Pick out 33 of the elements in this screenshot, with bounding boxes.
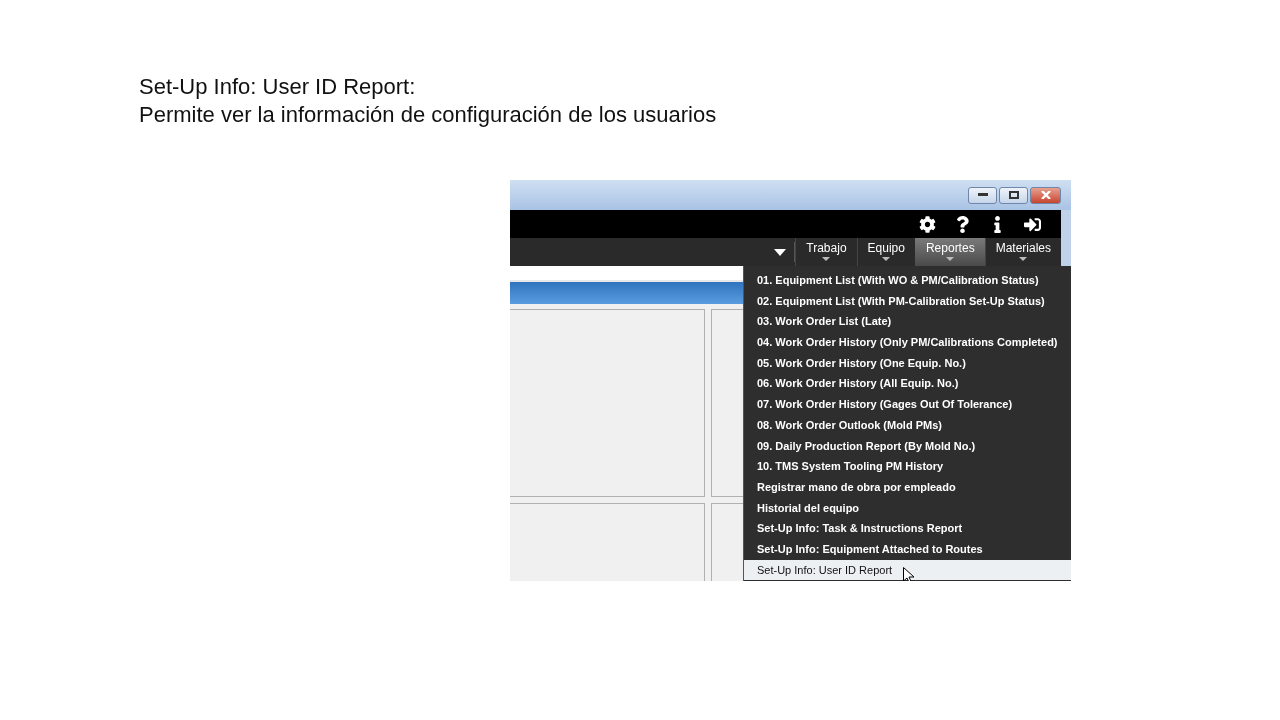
menu-item[interactable]: 01. Equipment List (With WO & PM/Calibration Status): [744, 270, 1071, 291]
menu-item[interactable]: Set-Up Info: User ID Report: [744, 559, 1071, 581]
nav-tab[interactable]: Reportes: [914, 238, 985, 266]
caret-icon: [774, 248, 787, 256]
menu-item[interactable]: Historial del equipo: [744, 497, 1071, 519]
caret-icon: [822, 257, 831, 261]
caret-icon: [946, 257, 955, 261]
caret-icon: [1019, 257, 1028, 261]
cursor-icon: [903, 567, 915, 581]
menu-item[interactable]: 03. Work Order List (Late): [744, 311, 1071, 333]
caret-icon: [882, 257, 891, 261]
menu-item[interactable]: Set-Up Info: Equipment Attached to Routes: [744, 538, 1071, 560]
maximize-button[interactable]: [999, 186, 1028, 204]
settings-icon[interactable]: [919, 215, 936, 233]
menu-item[interactable]: 05. Work Order History (One Equip. No.): [744, 352, 1071, 374]
menu-item[interactable]: 07. Work Order History (Gages Out Of Tolerance): [744, 394, 1071, 415]
slide-subheading: Permite ver la información de configuración de los usuarios: [139, 101, 717, 129]
minimize-icon: [977, 193, 988, 197]
menu-item[interactable]: Set-Up Info: Task & Instructions Report: [744, 518, 1071, 539]
menu-item[interactable]: 09. Daily Production Report (By Mold No.): [744, 435, 1071, 457]
slide-heading: Set-Up Info: User ID Report:: [139, 73, 416, 101]
maximize-icon: [1008, 191, 1019, 199]
close-button[interactable]: [1030, 186, 1061, 204]
help-icon[interactable]: [954, 215, 971, 233]
menu-item[interactable]: 10. TMS System Tooling PM History: [744, 456, 1071, 477]
menu-item[interactable]: 02. Equipment List (With PM-Calibration Set-Up Status): [744, 290, 1071, 312]
close-icon: [1040, 191, 1051, 199]
minimize-button[interactable]: [968, 186, 997, 204]
menu-item[interactable]: Registrar mano de obra por empleado: [744, 476, 1071, 498]
exit-icon[interactable]: [1024, 215, 1041, 233]
menu-item[interactable]: 04. Work Order History (Only PM/Calibrations Completed): [744, 332, 1071, 353]
menu-item[interactable]: 06. Work Order History (All Equip. No.): [744, 373, 1071, 395]
menu-item[interactable]: 08. Work Order Outlook (Mold PMs): [744, 414, 1071, 436]
